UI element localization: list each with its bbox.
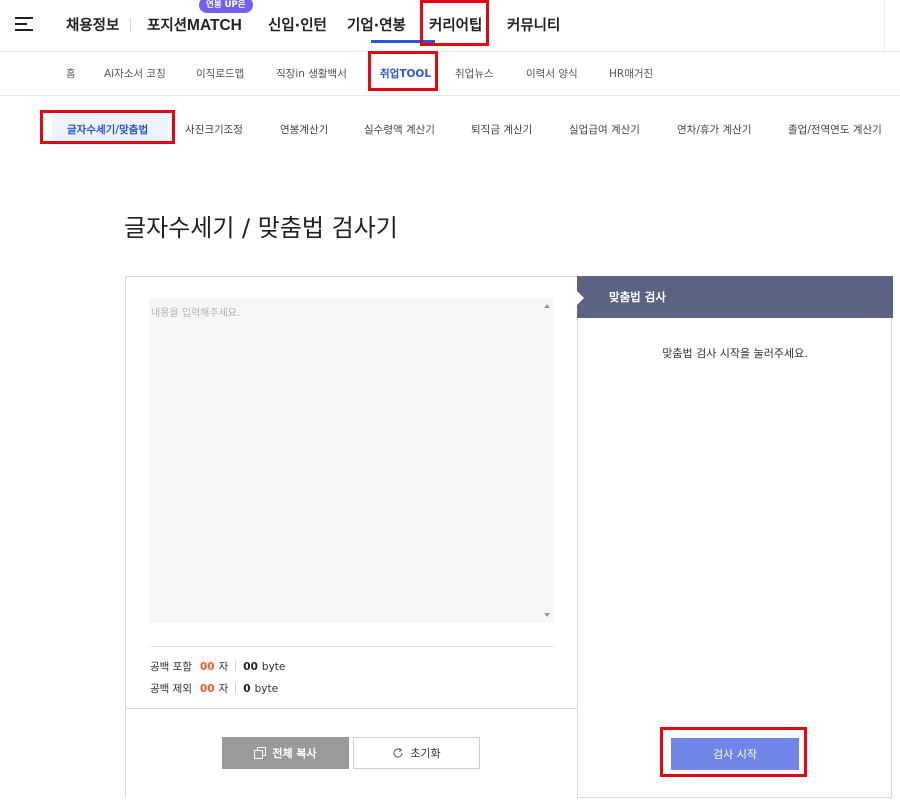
scroll-up-arrow-icon[interactable]: [544, 304, 550, 308]
editor-actions: 전체 복사 초기화: [126, 708, 577, 798]
reset-button[interactable]: 초기화: [353, 737, 480, 769]
copy-all-label: 전체 복사: [272, 747, 317, 760]
subnav-item-job-news[interactable]: 취업뉴스: [455, 66, 494, 81]
count-with-spaces-label: 공백 포함: [150, 661, 192, 673]
char-unit: 자: [218, 683, 229, 695]
gnb-item-company-salary[interactable]: 기업·연봉: [347, 14, 406, 35]
subnav-item-roadmap[interactable]: 이직로드맵: [196, 66, 244, 81]
copy-icon: [254, 747, 267, 759]
editor-panel: 내용을 입력해주세요. 공백 포함 00 자 00 byte 공백 제외 00 자 0 byte…: [125, 276, 577, 798]
count-with-spaces: 공백 포함 00 자 00 byte: [150, 659, 285, 674]
gnb-item-jobs[interactable]: 채용정보: [66, 14, 119, 35]
salary-up-badge: 연봉 UP은: [199, 0, 253, 13]
tool-tab-salary-calc[interactable]: 연봉계산기: [280, 122, 328, 137]
subnav-item-home[interactable]: 홈: [66, 66, 76, 81]
count-with-spaces-chars: 00: [199, 661, 215, 673]
gnb-item-community[interactable]: 커뮤니티: [507, 14, 560, 35]
subnav-item-job-tool[interactable]: 취업TOOL: [380, 66, 431, 81]
count-without-spaces: 공백 제외 00 자 0 byte: [150, 681, 278, 696]
reset-label: 초기화: [410, 747, 441, 760]
count-without-spaces-chars: 00: [199, 683, 215, 695]
tool-tab-net-pay-calc[interactable]: 실수령액 계산기: [364, 122, 435, 137]
copy-all-button[interactable]: 전체 복사: [222, 737, 349, 769]
start-check-button[interactable]: 검사 시작: [671, 738, 799, 770]
char-unit: 자: [218, 661, 229, 673]
spell-check-header: 맞춤법 검사: [577, 276, 893, 318]
tool-tab-unemployment-calc[interactable]: 실업급여 계산기: [569, 122, 640, 137]
count-without-spaces-bytes: 0: [243, 683, 251, 695]
content-textarea[interactable]: 내용을 입력해주세요.: [149, 298, 554, 623]
byte-unit: byte: [261, 661, 286, 673]
textarea-placeholder: 내용을 입력해주세요.: [151, 308, 241, 319]
scroll-down-arrow-icon[interactable]: [544, 613, 550, 617]
subnav-item-ai-coaching[interactable]: Ai자소서 코칭: [104, 66, 166, 81]
page-title: 글자수세기 / 맞춤법 검사기: [124, 214, 398, 242]
refresh-icon: [393, 747, 403, 758]
spell-check-panel: 맞춤법 검사 맞춤법 검사 시작을 눌러주세요. 검사 시작: [577, 276, 893, 798]
subnav-item-hr-magazine[interactable]: HR매거진: [609, 66, 653, 81]
count-with-spaces-bytes: 00: [243, 661, 258, 673]
byte-unit: byte: [254, 683, 279, 695]
subnav-active-indicator: [371, 40, 435, 43]
tool-tab-leave-calc[interactable]: 연차/휴가 계산기: [677, 122, 752, 137]
tool-tab-graduation-calc[interactable]: 졸업/전역연도 계산기: [788, 122, 882, 137]
tool-tab-char-count[interactable]: 글자수세기/맞춤법: [67, 122, 148, 137]
gnb-item-position-match[interactable]: 포지션MATCH: [147, 14, 242, 35]
header-notch: [577, 291, 584, 305]
global-nav: 채용정보 포지션MATCH 연봉 UP은 신입·인턴 기업·연봉 커리어팁 커뮤…: [0, 0, 900, 52]
gnb-divider: [130, 18, 131, 32]
tool-tab-photo-resize[interactable]: 사진크기조정: [185, 122, 243, 137]
gnb-item-newcomer-intern[interactable]: 신입·인턴: [268, 14, 327, 35]
count-divider: [149, 646, 554, 647]
tool-tab-severance-calc[interactable]: 퇴직금 계산기: [471, 122, 532, 137]
gnb-position-label: 포지션: [147, 18, 188, 34]
subnav-item-worklife[interactable]: 직장in 생활백서: [276, 66, 347, 81]
spell-check-message: 맞춤법 검사 시작을 눌러주세요.: [662, 347, 808, 360]
career-tips-subnav: 홈 Ai자소서 코칭 이직로드맵 직장in 생활백서 취업TOOL 취업뉴스 이…: [0, 52, 900, 96]
gnb-edge-divider: [884, 0, 885, 50]
gnb-match-label: MATCH: [187, 17, 242, 34]
subnav-item-resume-forms[interactable]: 이력서 양식: [526, 66, 578, 81]
menu-icon[interactable]: [15, 17, 33, 31]
count-without-spaces-label: 공백 제외: [150, 683, 192, 695]
gnb-item-career-tips[interactable]: 커리어팁: [429, 14, 482, 35]
